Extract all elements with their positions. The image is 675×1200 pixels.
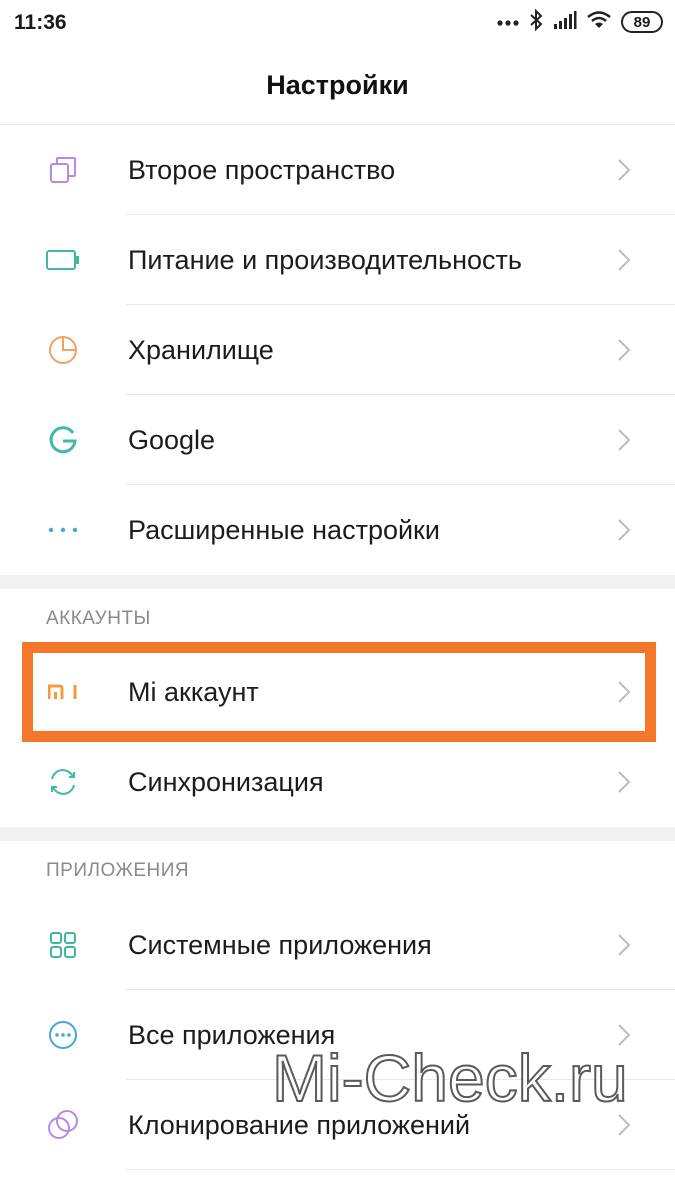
chevron-right-icon <box>618 159 631 181</box>
chevron-right-icon <box>618 1114 631 1136</box>
settings-item-second-space[interactable]: Второе пространство <box>0 125 675 215</box>
section-gap <box>0 575 675 589</box>
status-time: 11:36 <box>14 11 67 34</box>
section-header-accounts: АККАУНТЫ <box>46 608 151 629</box>
status-icons: 89 <box>497 8 663 36</box>
mi-logo-icon <box>44 673 82 711</box>
signal-icon <box>553 10 577 35</box>
settings-item-label: Mi аккаунт <box>128 677 259 707</box>
settings-item-label: Второе пространство <box>128 155 396 185</box>
chevron-right-icon <box>618 249 631 271</box>
battery-icon: 89 <box>621 11 663 33</box>
chevron-right-icon <box>618 429 631 451</box>
grid-apps-icon <box>44 926 82 964</box>
pie-chart-icon <box>44 331 82 369</box>
battery-level: 89 <box>633 13 651 31</box>
chevron-right-icon <box>618 934 631 956</box>
battery-outline-icon <box>44 241 82 279</box>
page-title: Настройки <box>266 70 409 100</box>
settings-item-label: Синхронизация <box>128 767 324 797</box>
settings-item-mi-account[interactable]: Mi аккаунт <box>0 647 675 737</box>
settings-item-storage[interactable]: Хранилище <box>0 305 675 395</box>
settings-item-sync[interactable]: Синхронизация <box>0 737 675 827</box>
chevron-right-icon <box>618 681 631 703</box>
settings-item-label: Питание и производительность <box>128 245 522 275</box>
settings-item-system-apps[interactable]: Системные приложения <box>0 900 675 990</box>
settings-item-label: Google <box>128 425 216 455</box>
google-icon <box>44 421 82 459</box>
chevron-right-icon <box>618 771 631 793</box>
dual-apps-icon <box>44 1106 82 1144</box>
settings-item-power[interactable]: Питание и производительность <box>0 215 675 305</box>
settings-item-google[interactable]: Google <box>0 395 675 485</box>
sync-icon <box>44 763 82 801</box>
second-space-icon <box>44 151 82 189</box>
chevron-right-icon <box>618 339 631 361</box>
status-bar: 11:36 89 <box>0 0 675 44</box>
watermark: Mi-Check.ru <box>271 1040 629 1116</box>
wifi-icon <box>587 10 611 34</box>
settings-item-label: Хранилище <box>128 335 274 365</box>
all-apps-icon <box>44 1016 82 1054</box>
section-header-apps: ПРИЛОЖЕНИЯ <box>46 860 190 881</box>
settings-item-label: Системные приложения <box>128 930 432 960</box>
bluetooth-icon <box>529 8 543 36</box>
settings-item-label: Расширенные настройки <box>128 515 440 545</box>
more-horizontal-icon <box>44 511 82 549</box>
settings-item-advanced[interactable]: Расширенные настройки <box>0 485 675 575</box>
divider <box>126 1169 675 1170</box>
chevron-right-icon <box>618 519 631 541</box>
section-gap <box>0 827 675 841</box>
more-dots-icon <box>497 13 519 31</box>
